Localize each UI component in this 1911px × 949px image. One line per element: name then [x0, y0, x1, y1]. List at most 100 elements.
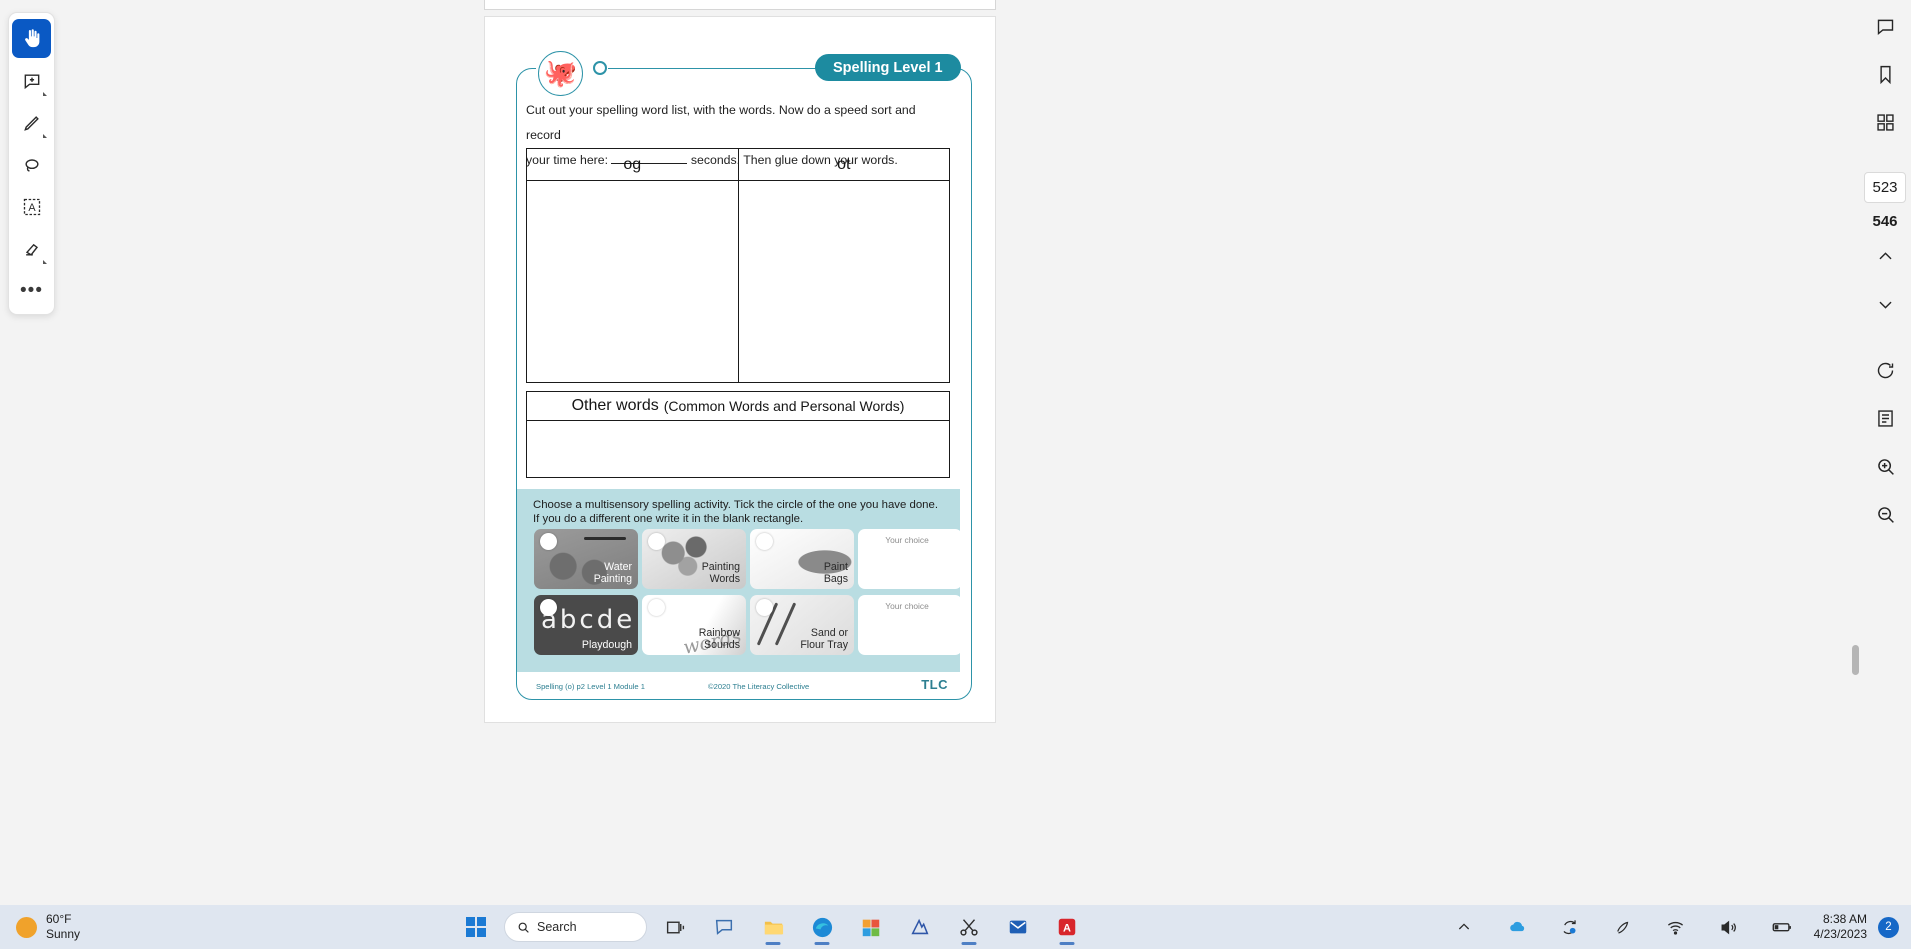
sun-icon — [16, 916, 37, 938]
activity-radio-button[interactable] — [756, 533, 773, 550]
activity-card-your-choice-1[interactable]: Your choice — [858, 529, 962, 589]
taskbar-center-group: Search A — [455, 907, 1088, 947]
show-hidden-icons[interactable] — [1443, 907, 1485, 947]
rotate-button[interactable] — [1863, 348, 1907, 392]
activity-card-label: Paint Bags — [823, 561, 848, 585]
comments-panel-button[interactable] — [1863, 4, 1907, 48]
taskbar-task-view[interactable] — [654, 907, 696, 947]
header-rule — [608, 67, 823, 70]
chevron-up-icon — [1458, 923, 1469, 930]
sort-cell-ot[interactable] — [737, 181, 950, 382]
taskbar-acrobat[interactable]: A — [1046, 907, 1088, 947]
start-button[interactable] — [455, 907, 497, 947]
more-tools[interactable]: ••• — [12, 271, 51, 310]
octopus-icon: 🐙 — [538, 51, 583, 96]
pdf-viewer-canvas: 🐙 Spelling Level 1 Cut out your spelling… — [0, 0, 1911, 905]
taskbar-edge[interactable] — [801, 907, 843, 947]
activity-card-playdough[interactable]: abcde Playdough — [534, 595, 638, 655]
cloud-icon — [1509, 921, 1524, 932]
editor-icon — [911, 918, 929, 935]
bookmarks-button[interactable] — [1863, 52, 1907, 96]
taskbar-search-box[interactable]: Search — [504, 912, 647, 942]
screen: 🐙 Spelling Level 1 Cut out your spelling… — [0, 0, 1911, 949]
activity-radio-button[interactable] — [756, 599, 773, 616]
fit-page-button[interactable] — [1863, 396, 1907, 440]
activity-card-water-painting[interactable]: Water Painting — [534, 529, 638, 589]
previous-page-button[interactable] — [1863, 234, 1907, 278]
sort-table-body — [526, 180, 950, 383]
worksheet-footer: Spelling (o) p2 Level 1 Module 1 ©2020 T… — [526, 677, 956, 700]
windows-taskbar: 60°F Sunny Search A 8:38 AM 4/23/2023 2 — [0, 905, 1911, 949]
active-indicator — [1059, 942, 1075, 945]
taskbar-outlook[interactable] — [997, 907, 1039, 947]
multisensory-line-1: Choose a multisensory spelling activity.… — [533, 499, 939, 511]
sync-icon[interactable] — [1549, 907, 1591, 947]
taskbar-weather-widget[interactable]: 60°F Sunny — [16, 912, 80, 942]
sort-cell-og[interactable] — [527, 181, 738, 382]
next-page-button[interactable] — [1863, 282, 1907, 326]
activity-card-sand-flour-tray[interactable]: Sand or Flour Tray — [750, 595, 854, 655]
ink-eraser-tool[interactable] — [12, 229, 51, 268]
sort-column-header-ot: ot — [737, 149, 950, 180]
taskbar-store[interactable] — [850, 907, 892, 947]
activity-radio-button[interactable] — [540, 599, 557, 616]
activity-radio-button[interactable] — [540, 533, 557, 550]
footer-logo: TLC — [921, 677, 948, 692]
wifi-icon[interactable] — [1655, 907, 1697, 947]
store-icon — [862, 919, 880, 937]
weather-description: Sunny — [46, 927, 81, 941]
activity-card-label: Rainbow Sounds — [698, 627, 740, 651]
chevron-down-icon — [43, 260, 47, 264]
highlighter-tool[interactable] — [12, 103, 51, 142]
pan-hand-tool[interactable] — [12, 19, 51, 58]
activity-radio-button[interactable] — [648, 533, 665, 550]
edge-icon — [812, 917, 832, 937]
taskbar-system-tray: 8:38 AM 4/23/2023 2 — [1443, 907, 1899, 947]
activity-card-paint-bags[interactable]: Paint Bags — [750, 529, 854, 589]
activity-radio-button[interactable] — [648, 599, 665, 616]
other-words-subtitle: (Common Words and Personal Words) — [663, 398, 905, 414]
text-select-tool[interactable]: A — [12, 187, 51, 226]
zoom-in-button[interactable] — [1863, 444, 1907, 488]
taskbar-chat[interactable] — [703, 907, 745, 947]
other-words-section: Other words (Common Words and Personal W… — [526, 391, 950, 478]
chat-icon — [715, 919, 733, 935]
clock-date: 4/23/2023 — [1813, 927, 1867, 941]
taskbar-clock[interactable]: 8:38 AM 4/23/2023 — [1814, 912, 1867, 942]
current-page-input[interactable]: 523 — [1864, 172, 1906, 203]
svg-text:A: A — [28, 202, 36, 214]
activity-card-label: Your choice — [885, 535, 929, 545]
activity-card-painting-words[interactable]: Painting Words — [642, 529, 746, 589]
add-comment-tool[interactable] — [12, 61, 51, 100]
other-words-title: Other words — [571, 397, 659, 414]
taskbar-editor[interactable] — [899, 907, 941, 947]
activity-card-your-choice-2[interactable]: Your choice — [858, 595, 962, 655]
activity-card-grid: Water Painting Painting Words Paint Bags Yo… — [534, 529, 962, 655]
active-indicator — [961, 942, 977, 945]
notification-badge[interactable]: 2 — [1878, 916, 1899, 938]
chevron-down-icon — [43, 92, 47, 96]
outlook-icon — [1009, 920, 1027, 934]
active-indicator — [814, 942, 830, 945]
battery-icon[interactable] — [1761, 907, 1803, 947]
pen-tray-icon[interactable] — [1602, 907, 1644, 947]
wifi-icon — [1668, 921, 1684, 935]
other-words-cell[interactable] — [526, 420, 950, 478]
vertical-scrollbar-thumb[interactable] — [1852, 645, 1859, 675]
folder-icon — [764, 921, 783, 934]
lasso-eraser-tool[interactable] — [12, 145, 51, 184]
zoom-out-button[interactable] — [1863, 492, 1907, 536]
level-badge: Spelling Level 1 — [815, 54, 961, 81]
multisensory-panel: Choose a multisensory spelling activity.… — [517, 489, 962, 672]
thumbnails-button[interactable] — [1863, 100, 1907, 144]
annotation-toolbar: A ••• — [8, 12, 55, 315]
battery-icon — [1772, 923, 1791, 932]
activity-card-rainbow-sounds[interactable]: Rainbow Sounds — [642, 595, 746, 655]
volume-icon[interactable] — [1708, 907, 1750, 947]
taskbar-file-explorer[interactable] — [752, 907, 794, 947]
acrobat-icon: A — [1058, 918, 1076, 936]
onedrive-icon[interactable] — [1496, 907, 1538, 947]
taskbar-snipping-tool[interactable] — [948, 907, 990, 947]
active-indicator — [765, 942, 781, 945]
scissors-icon — [960, 919, 978, 936]
